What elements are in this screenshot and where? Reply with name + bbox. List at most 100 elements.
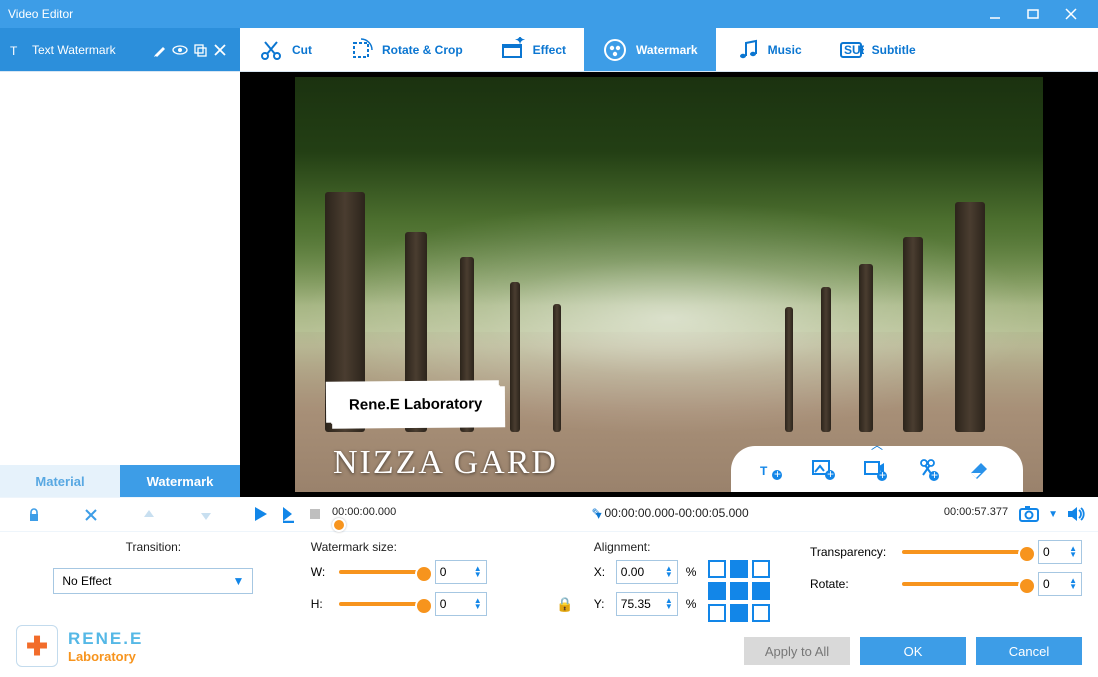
- nav-rotate-crop[interactable]: Rotate & Crop: [330, 28, 481, 71]
- logo-icon: ✚: [16, 625, 58, 667]
- y-label: Y:: [594, 597, 608, 611]
- align-br[interactable]: [752, 604, 770, 622]
- apply-all-button[interactable]: Apply to All: [744, 637, 850, 665]
- chevron-down-icon: ▼: [232, 574, 244, 588]
- height-input[interactable]: 0▲▼: [435, 592, 487, 616]
- chevron-up-icon[interactable]: ︿: [871, 436, 883, 453]
- nav-watermark[interactable]: Watermark: [584, 28, 716, 71]
- nav-label: Watermark: [636, 43, 698, 57]
- transparency-slider[interactable]: [902, 550, 1030, 554]
- time-end: 00:00:57.377: [944, 506, 1008, 520]
- align-tr[interactable]: [752, 560, 770, 578]
- nav-label: Effect: [533, 43, 566, 57]
- x-input[interactable]: 0.00▲▼: [616, 560, 678, 584]
- percent-unit: %: [686, 597, 697, 611]
- width-input[interactable]: 0▲▼: [435, 560, 487, 584]
- eraser-watermark-button[interactable]: [967, 457, 991, 481]
- maximize-button[interactable]: [1014, 0, 1052, 28]
- align-mc[interactable]: [730, 582, 748, 600]
- volume-button[interactable]: [1066, 505, 1086, 523]
- size-label: Watermark size:: [311, 540, 537, 554]
- svg-text:+: +: [879, 468, 886, 481]
- nav-subtitle[interactable]: SUB Subtitle: [820, 28, 934, 71]
- scissors-icon: [258, 37, 284, 63]
- watermark-icon: [602, 37, 628, 63]
- svg-text:+: +: [774, 467, 781, 481]
- close-panel-icon[interactable]: [210, 40, 230, 60]
- transition-label: Transition:: [16, 540, 291, 554]
- svg-text:✦: ✦: [515, 37, 525, 47]
- ok-button[interactable]: OK: [860, 637, 966, 665]
- move-up-button[interactable]: [123, 502, 175, 528]
- add-video-watermark-button[interactable]: +: [863, 457, 887, 481]
- close-button[interactable]: [1052, 0, 1090, 28]
- music-icon: [734, 37, 760, 63]
- nav-effect[interactable]: ✦ Effect: [481, 28, 584, 71]
- align-tl[interactable]: [708, 560, 726, 578]
- nav-cut[interactable]: Cut: [240, 28, 330, 71]
- align-tc[interactable]: [730, 560, 748, 578]
- align-label: Alignment:: [594, 540, 790, 554]
- edit-icon[interactable]: [150, 40, 170, 60]
- eye-icon[interactable]: [170, 40, 190, 60]
- add-image-watermark-button[interactable]: +: [811, 457, 835, 481]
- delete-button[interactable]: [66, 502, 118, 528]
- transparency-label: Transparency:: [810, 545, 894, 559]
- transition-select[interactable]: No Effect ▼: [53, 568, 253, 594]
- cancel-button[interactable]: Cancel: [976, 637, 1082, 665]
- remove-watermark-button[interactable]: +: [915, 457, 939, 481]
- timeline-thumb[interactable]: [332, 518, 346, 532]
- add-text-watermark-button[interactable]: T+: [759, 457, 783, 481]
- brand-line2: Laboratory: [68, 649, 143, 664]
- align-ml[interactable]: [708, 582, 726, 600]
- step-button[interactable]: [280, 505, 298, 523]
- copy-icon[interactable]: [190, 40, 210, 60]
- height-slider[interactable]: [339, 602, 427, 606]
- watermark-text-overlay[interactable]: Rene.E Laboratory: [337, 391, 495, 417]
- align-mr[interactable]: [752, 582, 770, 600]
- x-label: X:: [594, 565, 608, 579]
- nav-label: Music: [768, 43, 802, 57]
- svg-text:T: T: [760, 464, 768, 478]
- svg-text:T: T: [10, 44, 18, 58]
- tab-material[interactable]: Material: [0, 465, 120, 497]
- w-label: W:: [311, 565, 331, 579]
- stop-button[interactable]: [308, 507, 322, 521]
- sidebar-title: Text Watermark: [32, 43, 116, 57]
- svg-text:+: +: [827, 467, 834, 481]
- time-range[interactable]: 00:00:00.000-00:00:05.000: [605, 506, 749, 520]
- brand-logo: ✚ RENE.E Laboratory: [16, 625, 143, 667]
- transition-value: No Effect: [62, 574, 111, 588]
- h-label: H:: [311, 597, 331, 611]
- text-icon: T: [10, 42, 26, 58]
- snapshot-button[interactable]: [1018, 505, 1040, 523]
- brand-line1: RENE.E: [68, 629, 143, 649]
- rotate-slider[interactable]: [902, 582, 1030, 586]
- nav-label: Subtitle: [872, 43, 916, 57]
- lock-button[interactable]: [8, 502, 60, 528]
- minimize-button[interactable]: [976, 0, 1014, 28]
- nav-label: Cut: [292, 43, 312, 57]
- nav-label: Rotate & Crop: [382, 43, 463, 57]
- timeline-marker-icon[interactable]: ▾: [596, 508, 602, 522]
- play-button[interactable]: [252, 505, 270, 523]
- video-preview[interactable]: Rene.E Laboratory NIZZA GARD ︿ T+ + + +: [240, 72, 1098, 497]
- align-bc[interactable]: [730, 604, 748, 622]
- svg-text:+: +: [931, 468, 938, 481]
- tab-watermark[interactable]: Watermark: [120, 465, 240, 497]
- transparency-input[interactable]: 0▲▼: [1038, 540, 1082, 564]
- y-input[interactable]: 75.35▲▼: [616, 592, 678, 616]
- alignment-grid: [708, 560, 770, 624]
- crop-icon: [348, 37, 374, 63]
- width-slider[interactable]: [339, 570, 427, 574]
- move-down-button[interactable]: [181, 502, 233, 528]
- chevron-down-icon[interactable]: ▼: [1048, 509, 1058, 520]
- align-bl[interactable]: [708, 604, 726, 622]
- svg-text:SUB: SUB: [844, 43, 864, 57]
- rotate-label: Rotate:: [810, 577, 894, 591]
- lock-aspect-icon[interactable]: 🔒: [556, 596, 573, 613]
- window-title: Video Editor: [8, 7, 73, 21]
- nav-music[interactable]: Music: [716, 28, 820, 71]
- subtitle-overlay: NIZZA GARD: [333, 444, 558, 482]
- rotate-input[interactable]: 0▲▼: [1038, 572, 1082, 596]
